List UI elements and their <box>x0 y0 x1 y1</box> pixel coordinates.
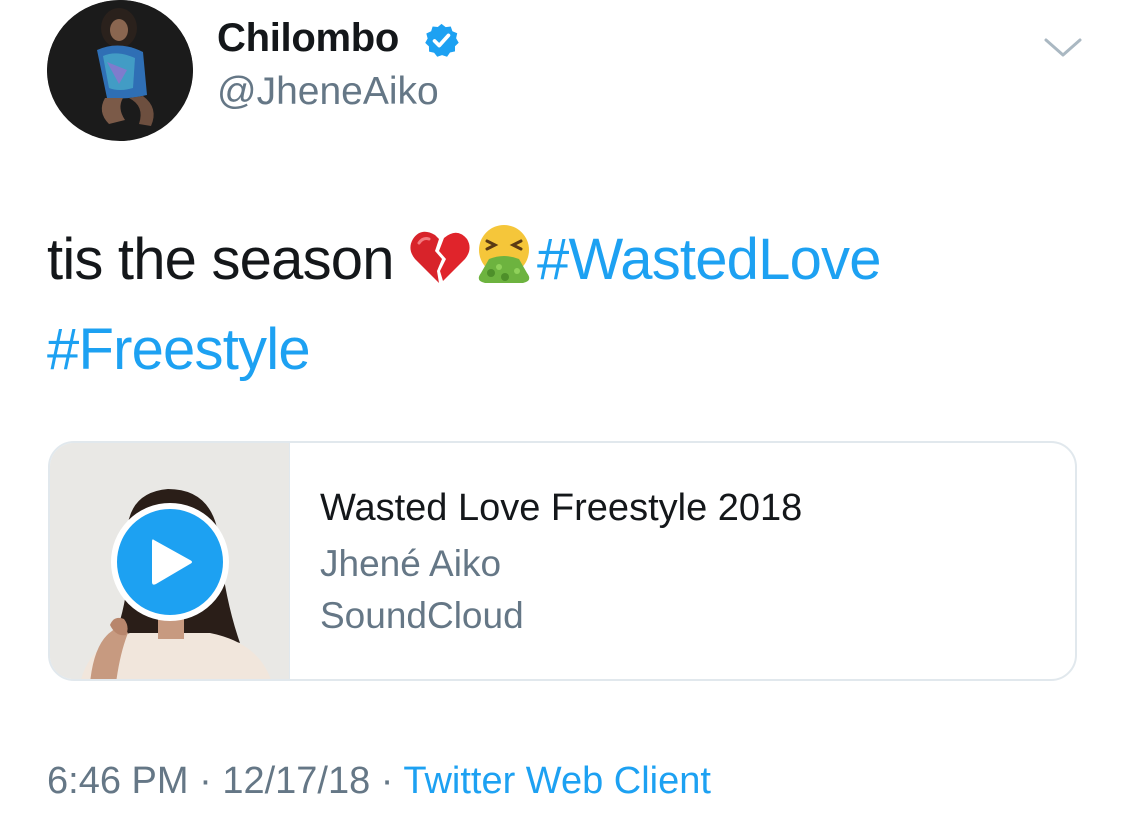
play-button[interactable] <box>111 503 229 621</box>
tweet-time[interactable]: 6:46 PM <box>47 760 189 802</box>
hashtag-link[interactable]: #WastedLove <box>537 227 882 292</box>
soundcloud-card[interactable]: Wasted Love Freestyle 2018 Jhené Aiko So… <box>48 441 1077 681</box>
card-thumbnail <box>50 443 290 679</box>
display-name[interactable]: Chilombo <box>217 16 399 61</box>
meta-separator: · <box>188 760 223 802</box>
play-icon <box>152 539 192 585</box>
tweet: Chilombo @JheneAiko tis the season #Wast… <box>0 0 1125 840</box>
tweet-text: tis the season #WastedLove #Freestyle <box>47 215 1087 395</box>
card-artist: Jhené Aiko <box>320 543 502 584</box>
user-handle[interactable]: @JheneAiko <box>217 70 439 114</box>
tweet-client-link[interactable]: Twitter Web Client <box>403 760 711 802</box>
tweet-text-plain: tis the season <box>47 227 409 292</box>
avatar-image <box>47 0 193 140</box>
hashtag-link[interactable]: #Freestyle <box>47 317 311 382</box>
verified-badge-icon <box>425 23 459 57</box>
tweet-meta: 6:46 PM · 12/17/18 · Twitter Web Client <box>47 760 711 803</box>
card-title: Wasted Love Freestyle 2018 <box>320 487 803 529</box>
tweet-date[interactable]: 12/17/18 <box>222 760 370 802</box>
meta-separator: · <box>370 760 404 802</box>
card-source: SoundCloud <box>320 595 524 636</box>
tweet-menu-button[interactable] <box>1040 30 1086 66</box>
broken-heart-emoji <box>410 231 470 283</box>
vomiting-face-emoji <box>478 225 530 283</box>
avatar[interactable] <box>47 0 193 141</box>
chevron-down-icon <box>1044 38 1082 57</box>
